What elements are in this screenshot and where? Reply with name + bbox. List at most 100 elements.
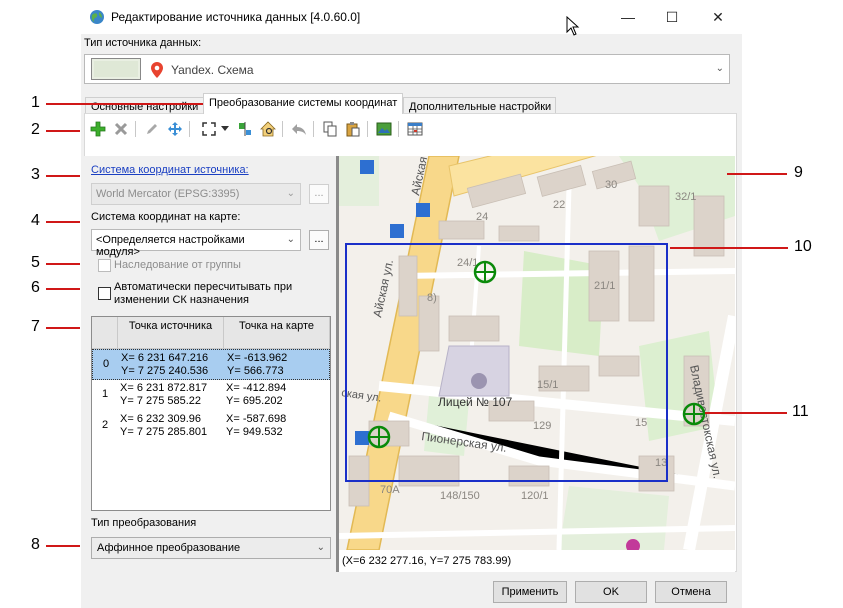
house-number: 129 — [533, 420, 551, 432]
callout-line — [46, 130, 80, 132]
dropdown-arrow-icon[interactable] — [219, 120, 231, 138]
map-cs-browse-button[interactable]: ... — [309, 230, 329, 250]
coordinates-status: (X=6 232 277.16, Y=7 275 783.99) — [339, 552, 735, 572]
map-x: X= -613.962 — [227, 352, 288, 364]
house-number: 8) — [427, 292, 437, 304]
callout-line — [670, 247, 788, 249]
source-type-value: Yandex. Схема — [171, 63, 254, 77]
source-type-select[interactable]: Yandex. Схема ⌄ — [84, 54, 730, 84]
points-table[interactable]: Точка источника Точка на карте 0 X= 6 23… — [91, 316, 331, 511]
callout-number: 7 — [31, 318, 40, 335]
table-row[interactable]: 0 X= 6 231 647.216 Y= 7 275 240.536 X= -6… — [92, 349, 330, 380]
map-y: Y= 695.202 — [226, 395, 283, 407]
tab-coordinate-transform[interactable]: Преобразование системы координат — [203, 93, 403, 114]
callout-line — [705, 412, 787, 414]
source-cs-select[interactable]: World Mercator (EPSG:3395) ⌄ — [91, 183, 301, 205]
map-view[interactable]: Айская ул. Айская ул. Владивостокская ул… — [339, 156, 735, 550]
tab-additional-settings[interactable]: Дополнительные настройки — [403, 97, 556, 114]
callout-line — [46, 263, 80, 265]
table-row[interactable]: 1 X= 6 231 872.817 Y= 7 275 585.22 X= -41… — [92, 380, 330, 411]
house-number: 21/1 — [594, 280, 615, 292]
callout-number: 3 — [31, 166, 40, 183]
callout-number: 6 — [31, 279, 40, 296]
map-cs-select[interactable]: <Определяется настройками модуля> ⌄ — [91, 229, 301, 258]
source-x: X= 6 232 309.96 — [120, 413, 202, 425]
map-y: Y= 566.773 — [227, 365, 284, 377]
source-thumbnail — [91, 58, 141, 80]
chevron-down-icon: ⌄ — [286, 188, 295, 199]
table-icon[interactable] — [406, 120, 424, 138]
map-y: Y= 949.532 — [226, 426, 283, 438]
callout-line — [46, 175, 80, 177]
callout-line — [46, 221, 80, 223]
tab-basic-settings[interactable]: Основные настройки — [85, 97, 204, 114]
source-x: X= 6 231 647.216 — [121, 352, 209, 364]
transform-type-select[interactable]: Аффинное преобразование ⌄ — [91, 537, 331, 559]
tab-label: Преобразование системы координат — [209, 97, 398, 109]
add-icon[interactable] — [89, 120, 107, 138]
ok-button[interactable]: OK — [575, 581, 647, 603]
house-number: 148/150 — [440, 490, 480, 502]
source-cs-browse-button[interactable]: ... — [309, 184, 329, 204]
callout-line — [46, 103, 226, 105]
callout-line — [727, 173, 787, 175]
callout-line — [46, 545, 80, 547]
chevron-down-icon: ⌄ — [286, 234, 295, 245]
control-point-marker-1[interactable] — [367, 425, 391, 449]
map-pin-icon — [151, 62, 163, 78]
window-title: Редактирование источника данных [4.0.60.… — [111, 10, 361, 24]
move-icon[interactable] — [166, 120, 184, 138]
undo-icon[interactable] — [290, 120, 308, 138]
mouse-cursor-icon — [566, 16, 580, 36]
delete-icon[interactable] — [112, 120, 130, 138]
house-number: 15 — [635, 417, 647, 429]
callout-number: 8 — [31, 536, 40, 553]
house-number: 13 — [655, 457, 667, 469]
map-cs-label: Система координат на карте: — [91, 211, 241, 223]
title-bar: Редактирование источника данных [4.0.60.… — [81, 0, 742, 34]
chevron-down-icon: ⌄ — [715, 63, 724, 74]
apply-button[interactable]: Применить — [493, 581, 567, 603]
house-number: 32/1 — [675, 191, 696, 203]
callout-number: 1 — [31, 94, 40, 111]
row-number: 0 — [102, 358, 110, 370]
map-cs-value: <Определяется настройками модуля> — [96, 234, 245, 258]
map-x: X= -587.698 — [226, 413, 287, 425]
maximize-button[interactable]: ☐ — [658, 6, 686, 28]
paste-icon[interactable] — [344, 120, 362, 138]
callout-number: 4 — [31, 212, 40, 229]
source-y: Y= 7 275 285.801 — [120, 426, 208, 438]
source-cs-link[interactable]: Система координат источника: — [91, 164, 249, 176]
control-point-marker-0[interactable] — [473, 260, 497, 284]
edit-icon[interactable] — [143, 120, 161, 138]
cancel-button[interactable]: Отмена — [655, 581, 727, 603]
callout-number: 2 — [31, 121, 40, 138]
inherit-checkbox[interactable] — [98, 259, 111, 272]
source-cs-value: World Mercator (EPSG:3395) — [96, 188, 240, 200]
auto-recalc-checkbox[interactable] — [98, 287, 111, 300]
house-number: 22 — [553, 199, 565, 211]
house-number: 70А — [380, 484, 400, 496]
zoom-home-icon[interactable] — [259, 120, 277, 138]
callout-number: 10 — [794, 238, 812, 255]
column-header-source[interactable]: Точка источника — [118, 317, 224, 349]
map-canvas[interactable]: Айская ул. Айская ул. Владивостокская ул… — [339, 156, 735, 550]
copy-icon[interactable] — [321, 120, 339, 138]
column-header-map[interactable]: Точка на карте — [224, 317, 330, 349]
house-number: 24 — [476, 211, 488, 223]
callout-number: 9 — [794, 164, 803, 181]
callout-line — [46, 288, 80, 290]
source-y: Y= 7 275 240.536 — [121, 365, 209, 377]
source-type-label: Тип источника данных: — [84, 37, 202, 49]
poi-label-lyceum: Лицей № 107 — [438, 395, 513, 409]
control-point-marker-2[interactable] — [682, 402, 706, 426]
minimize-button[interactable]: — — [614, 6, 642, 28]
table-row[interactable]: 2 X= 6 232 309.96 Y= 7 275 285.801 X= -58… — [92, 411, 330, 442]
globe-icon — [90, 10, 104, 24]
close-button[interactable]: ✕ — [704, 6, 732, 28]
export-image-icon[interactable] — [375, 120, 393, 138]
inherit-label: Наследование от группы — [114, 259, 241, 271]
auto-recalc-label: Автоматически пересчитывать при изменени… — [114, 281, 293, 306]
fit-extent-icon[interactable] — [200, 120, 218, 138]
split-icon[interactable] — [236, 120, 254, 138]
